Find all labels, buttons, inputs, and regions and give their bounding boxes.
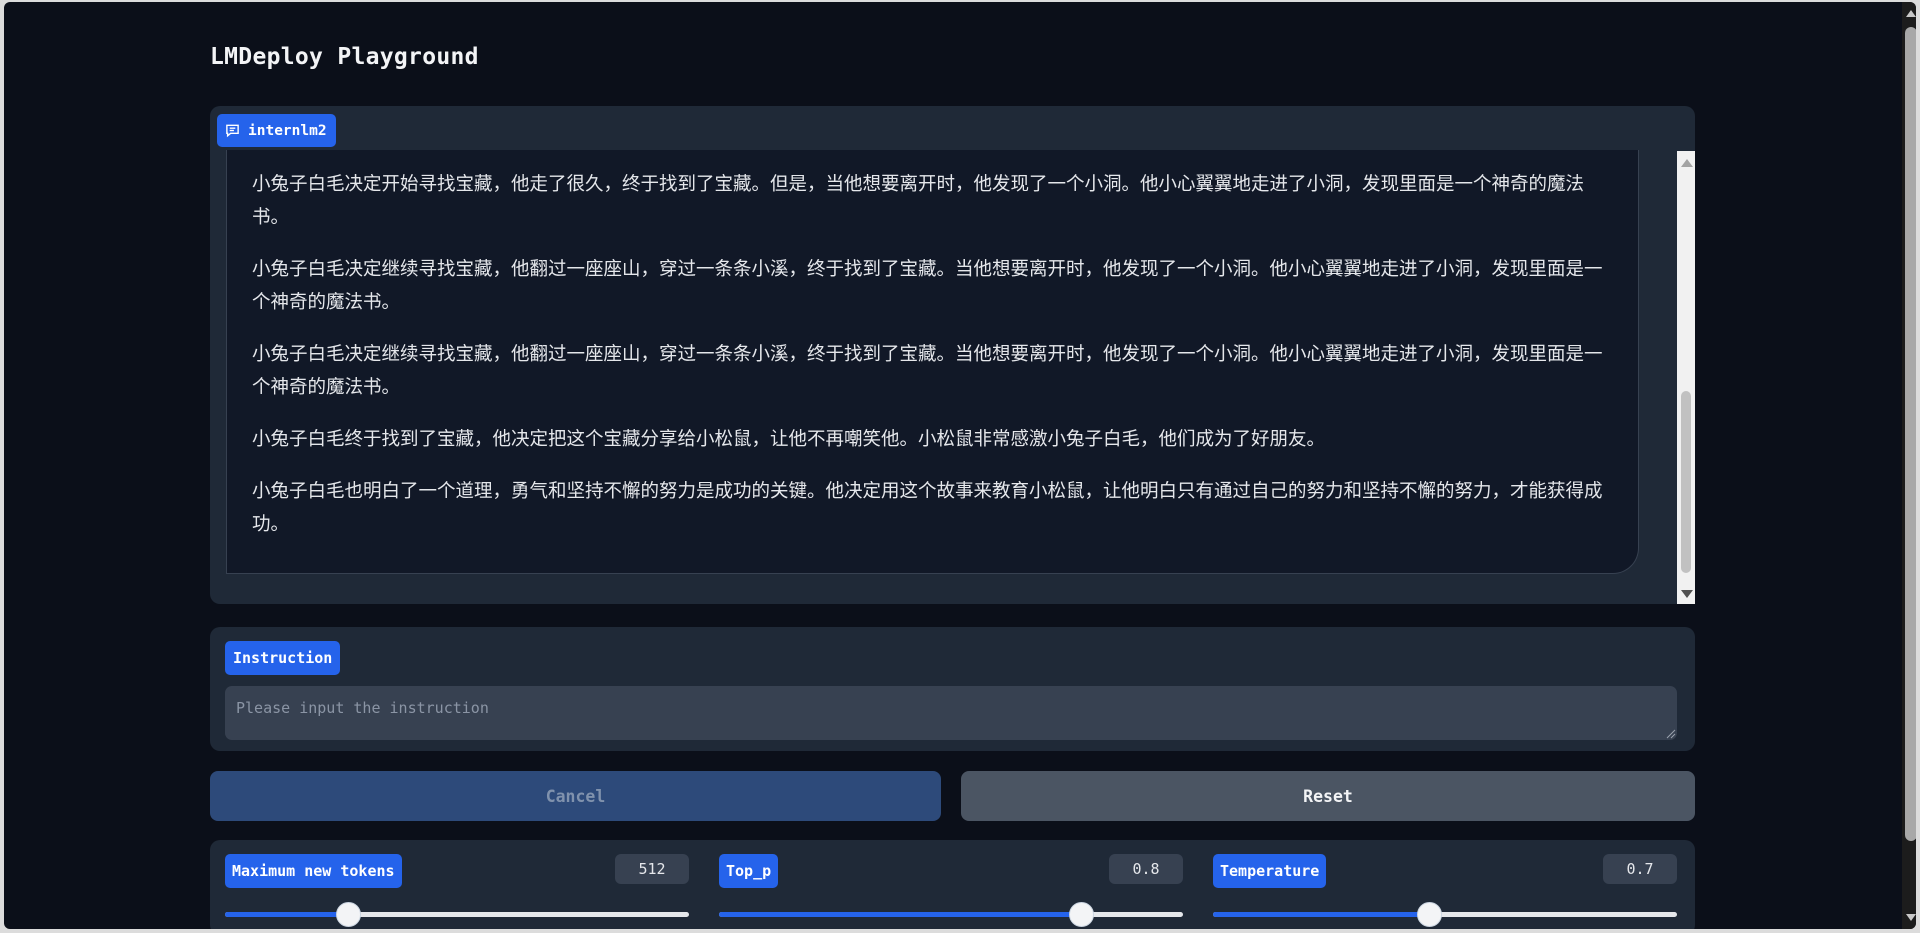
chatbot-label: internlm2 (217, 114, 336, 147)
top-p-value[interactable]: 0.8 (1109, 854, 1183, 884)
parameters-panel: Maximum new tokens 512 Top_p 0.8 Tempera… (210, 840, 1695, 929)
message-paragraph: 小兔子白毛终于找到了宝藏，他决定把这个宝藏分享给小松鼠，让他不再嘲笑他。小松鼠非… (252, 429, 1326, 450)
page-scrollbar[interactable] (1902, 2, 1916, 929)
chat-scrollbar[interactable] (1677, 151, 1695, 604)
reset-button[interactable]: Reset (961, 771, 1695, 821)
chatbot-label-text: internlm2 (248, 122, 327, 139)
chat-history[interactable]: 小兔子白毛决定开始寻找宝藏，他走了很久，终于找到了宝藏。但是，当他想要离开时，他… (218, 150, 1670, 604)
page-scroll-up-icon[interactable] (1906, 10, 1916, 17)
top-p-slider[interactable] (719, 902, 1183, 927)
slider-thumb[interactable] (1068, 902, 1094, 927)
max-new-tokens-value[interactable]: 512 (615, 854, 689, 884)
max-new-tokens-label: Maximum new tokens (225, 854, 402, 888)
resize-grip-icon[interactable] (1666, 729, 1676, 739)
message-paragraph: 小兔子白毛也明白了一个道理，勇气和坚持不懈的努力是成功的关键。他决定用这个故事来… (252, 481, 1603, 535)
slider-thumb[interactable] (1416, 902, 1442, 927)
chat-scrollbar-thumb[interactable] (1681, 391, 1691, 573)
top-p-control: Top_p 0.8 (719, 840, 1183, 929)
slider-fill (1213, 912, 1429, 917)
temperature-control: Temperature 0.7 (1213, 840, 1677, 929)
max-new-tokens-slider[interactable] (225, 902, 689, 927)
temperature-slider[interactable] (1213, 902, 1677, 927)
message-paragraph: 小兔子白毛决定继续寻找宝藏，他翻过一座座山，穿过一条条小溪，终于找到了宝藏。当他… (252, 344, 1603, 398)
page-scrollbar-thumb[interactable] (1905, 27, 1916, 841)
slider-thumb[interactable] (335, 902, 361, 927)
message-paragraph: 小兔子白毛决定开始寻找宝藏，他走了很久，终于找到了宝藏。但是，当他想要离开时，他… (252, 174, 1585, 228)
message-paragraph: 小兔子白毛决定继续寻找宝藏，他翻过一座座山，穿过一条条小溪，终于找到了宝藏。当他… (252, 259, 1603, 313)
scroll-up-arrow-icon[interactable] (1681, 159, 1693, 167)
instruction-panel: Instruction (210, 627, 1695, 751)
temperature-label: Temperature (1213, 854, 1327, 888)
instruction-input[interactable] (225, 686, 1677, 740)
page-scroll-down-icon[interactable] (1906, 914, 1916, 921)
slider-fill (719, 912, 1081, 917)
top-p-label: Top_p (719, 854, 779, 888)
temperature-value[interactable]: 0.7 (1603, 854, 1677, 884)
max-new-tokens-control: Maximum new tokens 512 (225, 840, 689, 929)
scroll-down-arrow-icon[interactable] (1681, 590, 1693, 598)
assistant-message: 小兔子白毛决定开始寻找宝藏，他走了很久，终于找到了宝藏。但是，当他想要离开时，他… (226, 150, 1639, 574)
instruction-label: Instruction (225, 641, 341, 675)
page-title: LMDeploy Playground (210, 44, 479, 70)
app-window: LMDeploy Playground internlm2 小兔子白毛决定开始寻… (4, 2, 1916, 929)
cancel-button[interactable]: Cancel (210, 771, 941, 821)
slider-fill (225, 912, 348, 917)
chat-icon (226, 124, 239, 138)
chatbot-panel: internlm2 小兔子白毛决定开始寻找宝藏，他走了很久，终于找到了宝藏。但是… (210, 106, 1695, 604)
